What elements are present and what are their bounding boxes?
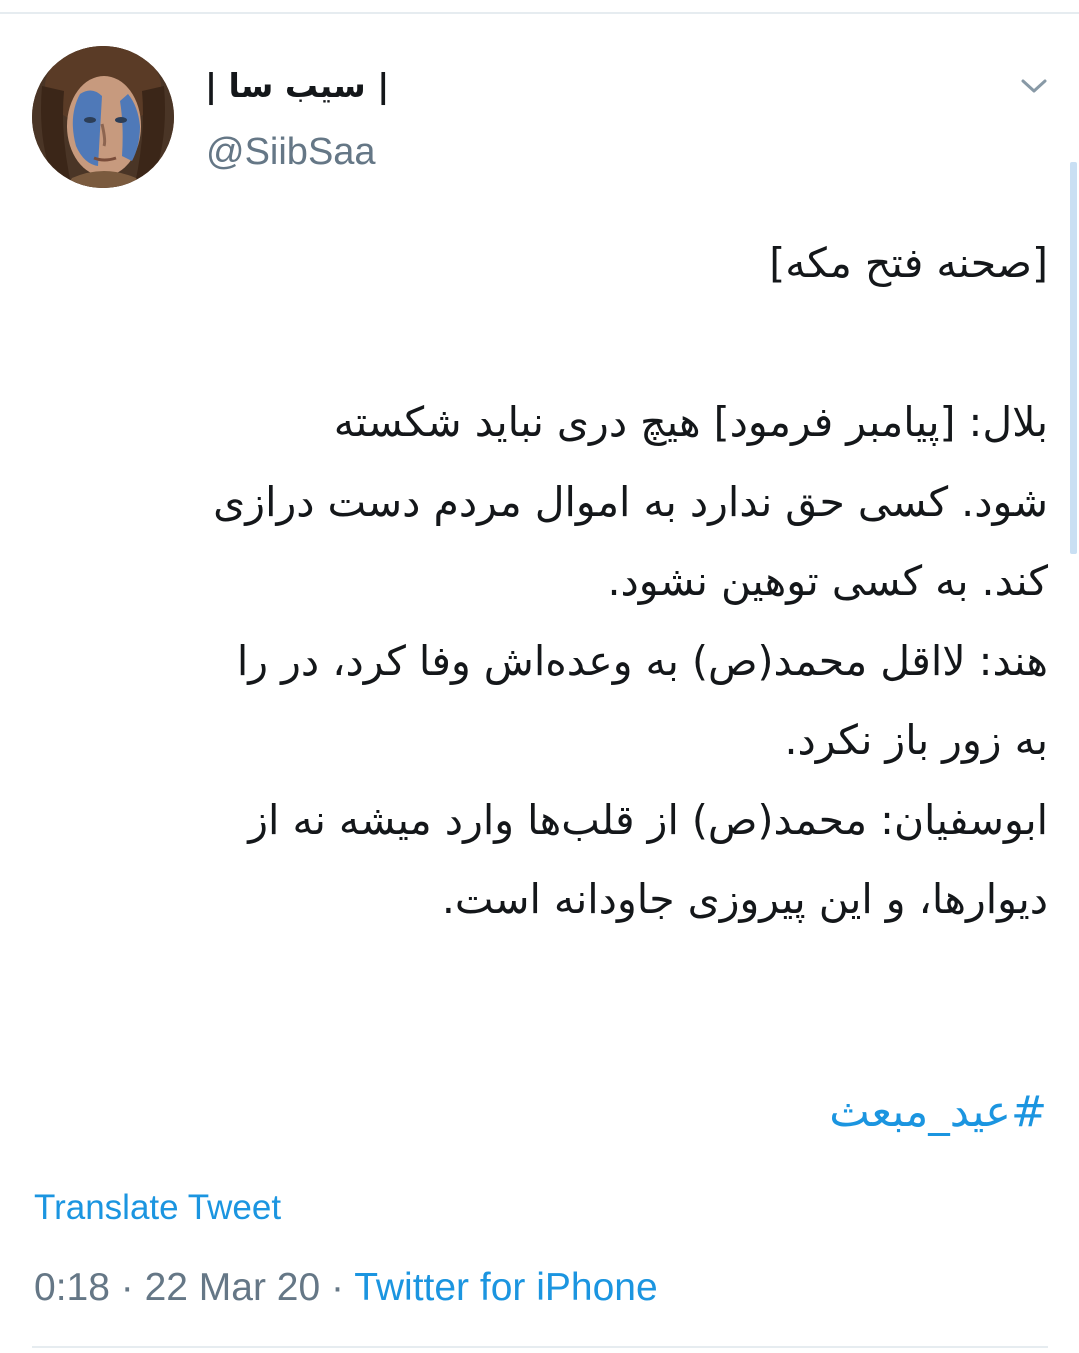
tweet-text-line: به زور باز نکرد. [784,716,1048,764]
tweet-date: 22 Mar 20 [144,1266,321,1309]
chevron-down-icon[interactable] [1014,66,1054,106]
tweet-time: 0:18 [34,1266,110,1309]
top-divider [0,12,1079,14]
meta-separator: · [331,1266,345,1309]
display-name[interactable]: | سیب سا | [205,62,389,110]
meta-separator: · [120,1266,134,1309]
tweet-text: [صحنه فتح مکه] بلال: [پیامبر فرمود] هیچ … [30,224,1048,940]
tweet-text-line: بلال: [پیامبر فرمود] هیچ دری نباید شکسته [333,398,1048,446]
user-handle[interactable]: @SiibSaa [206,128,376,176]
tweet-text-line [30,304,1048,384]
tweet-text-line: هند: لااقل محمد(ص) به وعده‌اش وفا کرد، د… [236,636,1048,685]
tweet-text-line: دیوارها، و این پیروزی جاودانه است. [441,875,1048,923]
scrollbar[interactable] [1070,162,1077,554]
avatar-image [32,46,174,188]
bottom-divider [32,1346,1048,1348]
tweet-text-line: شود. کسی حق ندارد به اموال مردم دست دراز… [213,477,1048,526]
tweet-text-line: کند. به کسی توهین نشود. [607,557,1049,605]
translate-tweet-link[interactable]: Translate Tweet [34,1186,281,1230]
tweet-text-line: ابوسفیان: محمد(ص) از قلب‌ها وارد میشه نه… [248,795,1048,844]
hashtag-link[interactable]: #عید_مبعث [829,1072,1047,1152]
avatar[interactable] [32,46,174,188]
tweet-meta: 0:18 · 22 Mar 20 · Twitter for iPhone [34,1264,658,1312]
tweet-source-link[interactable]: Twitter for iPhone [354,1266,657,1309]
tweet-text-line: [صحنه فتح مکه] [769,239,1048,287]
